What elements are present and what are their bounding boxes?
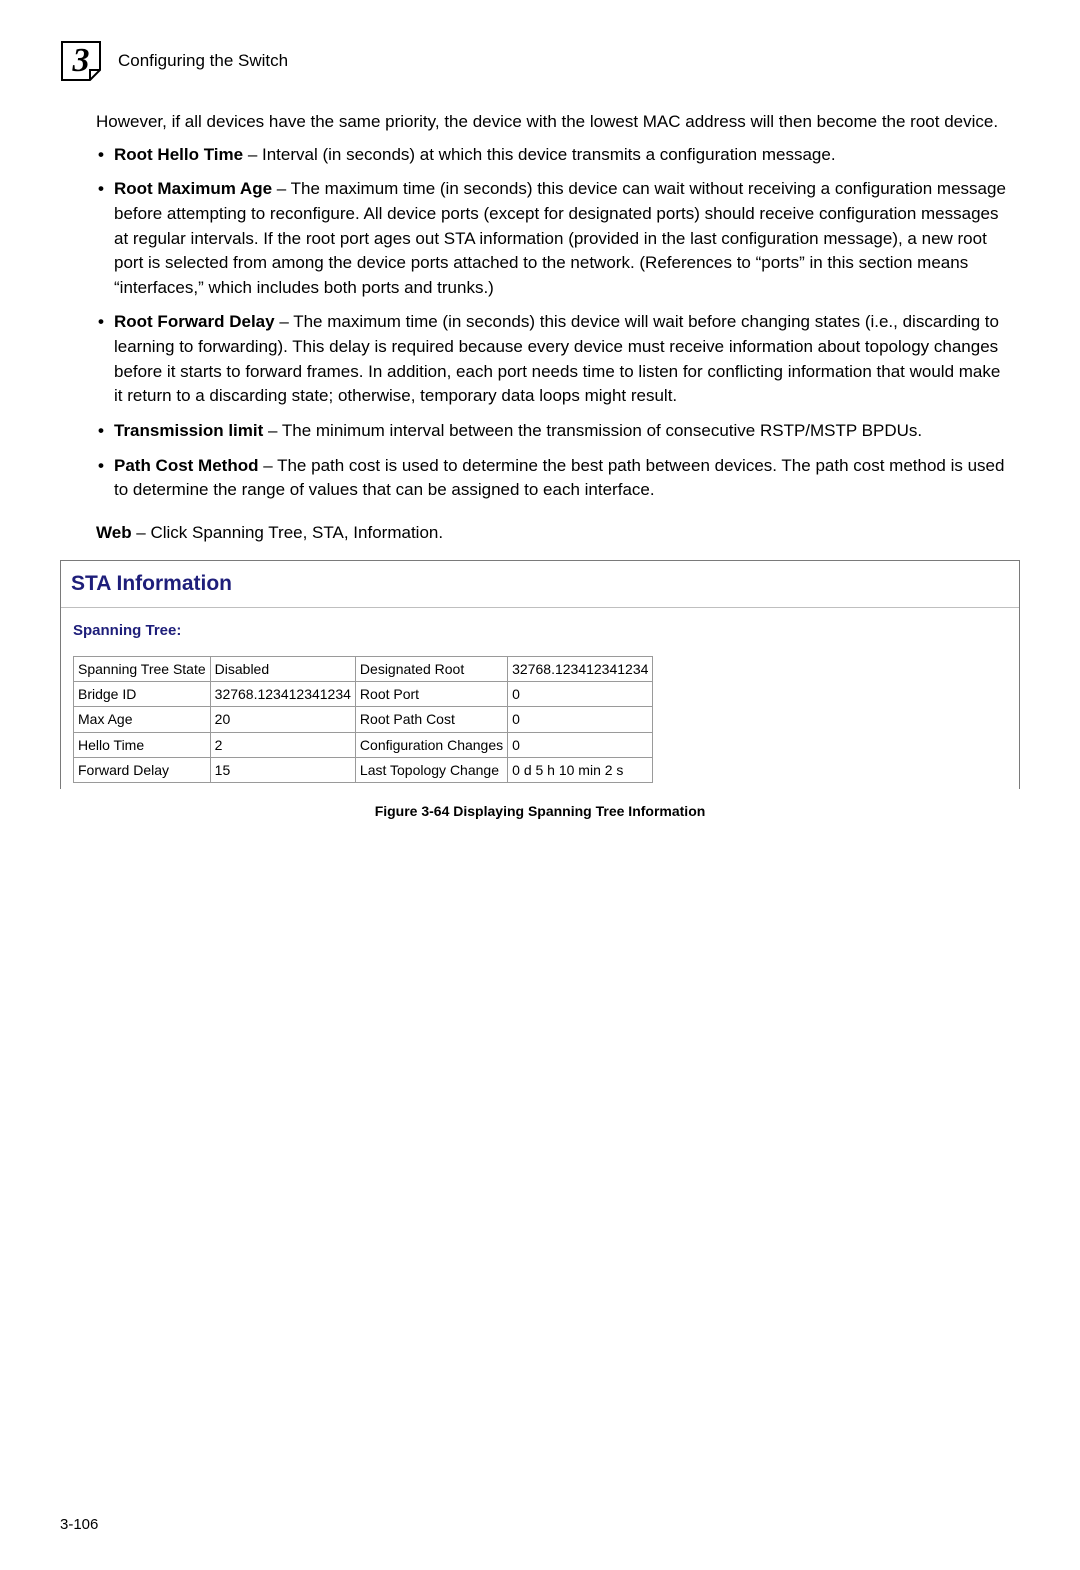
- cell-label: Root Port: [355, 682, 507, 707]
- list-item: Root Maximum Age – The maximum time (in …: [96, 177, 1010, 300]
- table-row: Bridge ID 32768.123412341234 Root Port 0: [74, 682, 653, 707]
- page-header: 3 Configuring the Switch: [60, 40, 1020, 82]
- web-label: Web: [96, 523, 132, 542]
- list-item: Root Forward Delay – The maximum time (i…: [96, 310, 1010, 409]
- list-item: Transmission limit – The minimum interva…: [96, 419, 1010, 444]
- cell-label: Bridge ID: [74, 682, 211, 707]
- cell-value: 0: [508, 732, 653, 757]
- page-number: 3-106: [60, 1514, 98, 1536]
- term: Path Cost Method: [114, 456, 259, 475]
- web-instruction: Web – Click Spanning Tree, STA, Informat…: [96, 521, 1010, 546]
- cell-label: Configuration Changes: [355, 732, 507, 757]
- table-row: Spanning Tree State Disabled Designated …: [74, 656, 653, 681]
- cell-value: 0: [508, 682, 653, 707]
- term: Transmission limit: [114, 421, 263, 440]
- sta-subtitle: Spanning Tree:: [73, 620, 1007, 642]
- chapter-badge: 3: [60, 40, 102, 82]
- table-row: Max Age 20 Root Path Cost 0: [74, 707, 653, 732]
- cell-label: Designated Root: [355, 656, 507, 681]
- term-text: – Interval (in seconds) at which this de…: [243, 145, 835, 164]
- cell-label: Last Topology Change: [355, 757, 507, 782]
- term: Root Forward Delay: [114, 312, 275, 331]
- cell-label: Root Path Cost: [355, 707, 507, 732]
- term-text: – The minimum interval between the trans…: [263, 421, 922, 440]
- cell-value: 0 d 5 h 10 min 2 s: [508, 757, 653, 782]
- cell-value: 20: [210, 707, 355, 732]
- chapter-title: Configuring the Switch: [118, 49, 288, 74]
- cell-label: Spanning Tree State: [74, 656, 211, 681]
- cell-value: 32768.123412341234: [508, 656, 653, 681]
- web-text: – Click Spanning Tree, STA, Information.: [132, 523, 444, 542]
- cell-value: 15: [210, 757, 355, 782]
- figure-caption: Figure 3-64 Displaying Spanning Tree Inf…: [60, 801, 1020, 821]
- cell-label: Hello Time: [74, 732, 211, 757]
- sta-information-panel: STA Information Spanning Tree: Spanning …: [60, 560, 1020, 790]
- sta-panel-title: STA Information: [61, 561, 1019, 608]
- list-item: Root Hello Time – Interval (in seconds) …: [96, 143, 1010, 168]
- cell-label: Max Age: [74, 707, 211, 732]
- table-row: Forward Delay 15 Last Topology Change 0 …: [74, 757, 653, 782]
- sta-panel-body: Spanning Tree: Spanning Tree State Disab…: [61, 608, 1019, 789]
- table-row: Hello Time 2 Configuration Changes 0: [74, 732, 653, 757]
- content-body: However, if all devices have the same pr…: [96, 110, 1010, 546]
- intro-paragraph: However, if all devices have the same pr…: [96, 110, 1010, 135]
- cell-value: 0: [508, 707, 653, 732]
- term: Root Hello Time: [114, 145, 243, 164]
- chapter-number: 3: [60, 40, 102, 82]
- cell-value: 2: [210, 732, 355, 757]
- cell-value: Disabled: [210, 656, 355, 681]
- sta-table: Spanning Tree State Disabled Designated …: [73, 656, 653, 783]
- list-item: Path Cost Method – The path cost is used…: [96, 454, 1010, 503]
- cell-label: Forward Delay: [74, 757, 211, 782]
- cell-value: 32768.123412341234: [210, 682, 355, 707]
- definition-list: Root Hello Time – Interval (in seconds) …: [96, 143, 1010, 503]
- term: Root Maximum Age: [114, 179, 272, 198]
